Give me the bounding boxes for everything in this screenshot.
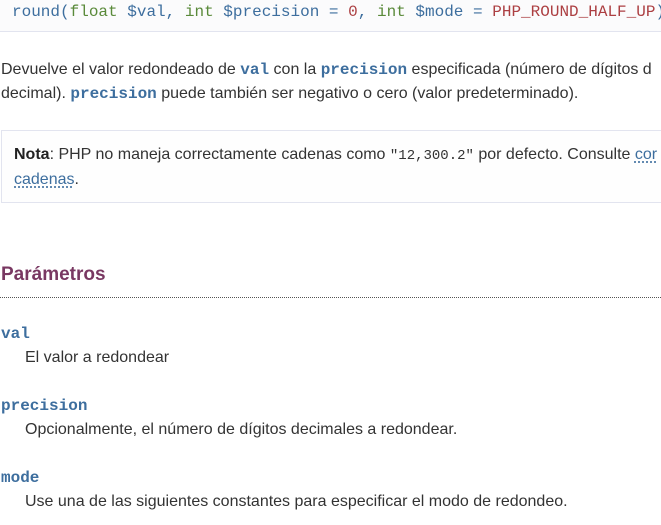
section-divider xyxy=(0,297,661,298)
parameter-description: Opcionalmente, el número de dígitos deci… xyxy=(25,421,458,438)
description-text: especificada (número de dígitos d xyxy=(407,61,652,78)
param-var: $mode xyxy=(415,3,464,21)
note-link[interactable]: cadenas xyxy=(14,171,75,188)
description-text: Devuelve el valor redondeado de xyxy=(1,61,241,78)
param-type: int xyxy=(376,3,406,21)
signature-separator: , xyxy=(165,3,176,21)
note-text: por defecto. Consulte xyxy=(473,146,635,163)
note-link[interactable]: cor xyxy=(635,146,657,163)
parameter-reference: precision xyxy=(70,85,157,103)
note-code: "12,300.2" xyxy=(389,148,474,164)
signature-separator: , xyxy=(357,3,368,21)
param-default: PHP_ROUND_HALF_UP xyxy=(492,3,656,21)
method-signature: round(float $val, int $precision = 0, in… xyxy=(0,0,661,32)
parameter-description: El valor a redondear xyxy=(25,349,170,366)
param-default: 0 xyxy=(348,3,358,21)
description-text: puede también ser negativo o cero (valor… xyxy=(156,85,579,102)
description-text: decimal). xyxy=(1,85,71,102)
section-heading-parameters: Parámetros xyxy=(1,264,106,285)
parameter-reference: precision xyxy=(320,61,408,79)
description-paragraph: Devuelve el valor redondeado de val con … xyxy=(1,58,661,106)
param-type: float xyxy=(69,3,118,21)
note-box: Nota: PHP no maneja correctamente cadena… xyxy=(1,130,661,203)
documentation-page: round(float $val, int $precision = 0, in… xyxy=(0,0,661,525)
parameter-name: precision xyxy=(1,397,88,415)
signature-equals: = xyxy=(473,3,483,21)
note-label: Nota xyxy=(14,146,50,163)
parameter-reference: val xyxy=(240,61,270,79)
note-text: : PHP no maneja correctamente cadenas co… xyxy=(49,146,390,163)
description-text: con la xyxy=(269,61,321,78)
parameter-name: val xyxy=(1,325,30,343)
param-var: $precision xyxy=(223,3,320,21)
signature-open-paren: ( xyxy=(60,3,70,21)
signature-close: ): xyxy=(655,3,661,21)
signature-equals: = xyxy=(328,3,339,21)
function-name: round xyxy=(12,3,61,21)
note-text: . xyxy=(74,171,79,188)
param-type: int xyxy=(184,3,214,21)
parameter-name: mode xyxy=(1,469,40,487)
parameter-description: Use una de las siguientes constantes par… xyxy=(25,493,568,510)
param-var: $val xyxy=(127,3,166,21)
